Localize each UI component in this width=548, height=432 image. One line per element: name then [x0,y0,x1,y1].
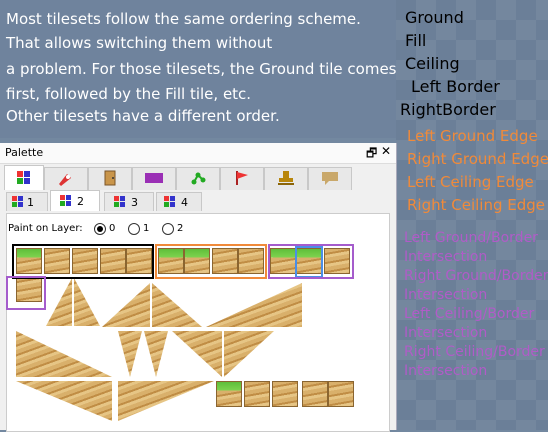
subtab-1[interactable]: 1 [6,192,48,211]
legend-intersection-line: Intersection [404,363,488,379]
intersection-tiles-highlight [6,276,46,310]
legend-right-ceiling-edge: Right Ceiling Edge [407,196,546,214]
palette-titlebar: Palette 🗗 ✕ [0,143,396,164]
tiles-icon [60,195,71,206]
tile[interactable] [328,381,354,407]
nodes-icon [191,172,206,185]
tiles-icon [12,196,23,207]
tiles-icon [164,196,175,207]
legend-left-ground-edge: Left Ground Edge [407,127,538,145]
legend-left-ceiling-edge: Left Ceiling Edge [407,173,534,191]
info-panel: Most tilesets follow the same ordering s… [0,0,396,138]
legend-intersection-line: Left Ground/Border [404,230,538,246]
subtab-label: 1 [27,196,34,209]
info-line: first, followed by the Fill tile, etc. [6,85,252,103]
layer-2-label: 2 [177,223,184,234]
subtab-label: 3 [131,196,138,209]
close-icon[interactable]: ✕ [381,144,391,158]
comment-icon [322,172,338,185]
tab-locations[interactable] [220,167,264,190]
tab-zones[interactable] [132,167,176,190]
layer-0-label: 0 [109,223,116,234]
tiles-icon [114,196,125,207]
legend-intersection-line: Right Ceiling/Border [404,344,545,360]
paint-on-layer-label: Paint on Layer: [8,223,83,234]
legend-panel: Ground Fill Ceiling Left Border RightBor… [396,0,548,430]
palette-title: Palette [5,146,44,159]
subtab-2[interactable]: 2 [50,190,100,211]
subtab-4[interactable]: 4 [156,192,202,211]
tile[interactable] [302,381,328,407]
legend-ceiling: Ceiling [405,54,460,73]
rectangle-icon [145,173,163,183]
basic-tiles-highlight [12,244,154,279]
layer-2-radio[interactable] [162,223,174,235]
tile[interactable] [216,381,242,407]
legend-intersection-line: Left Ceiling/Border [404,306,535,322]
legend-intersection-line: Intersection [404,249,488,265]
legend-left-border: Left Border [411,77,500,96]
legend-ground: Ground [405,8,464,27]
tab-tiles[interactable] [4,165,44,190]
legend-intersection-line: Intersection [404,287,488,303]
tab-paths[interactable] [176,167,220,190]
palette-window: Palette 🗗 ✕ 1 2 3 4 Paint on Layer: 0 1 … [0,143,397,432]
info-line: That allows switching them without [6,34,273,52]
tile[interactable] [272,381,298,407]
tab-stamps[interactable] [264,167,308,190]
tab-comments[interactable] [308,167,352,190]
layer-1-label: 1 [143,223,150,234]
edge-tiles-highlight [155,244,267,279]
restore-icon[interactable]: 🗗 [366,144,377,165]
layer-1-radio[interactable] [128,223,140,235]
subtab-3[interactable]: 3 [104,192,154,211]
layer-0-radio[interactable] [94,223,106,235]
tiles-icon [17,171,30,184]
rocket-icon [59,174,71,186]
tile[interactable] [244,381,270,407]
info-line: Most tilesets follow the same ordering s… [6,10,361,28]
tab-objects[interactable] [44,167,88,190]
subtab-label: 4 [181,196,188,209]
legend-intersection-line: Intersection [404,325,488,341]
flag-icon [236,171,248,185]
legend-right-ground-edge: Right Ground Edge [407,150,548,168]
legend-fill: Fill [405,31,427,50]
info-line: Other tilesets have a different order. [6,107,280,125]
intersection-tiles-highlight [268,244,354,279]
legend-right-border: RightBorder [400,100,496,119]
legend-intersection-line: Right Ground/Border [404,268,548,284]
door-icon [104,170,116,186]
subtab-label: 2 [77,195,84,208]
tab-entrances[interactable] [88,167,132,190]
stamp-icon [278,171,294,185]
info-line: a problem. For those tilesets, the Groun… [6,60,397,78]
